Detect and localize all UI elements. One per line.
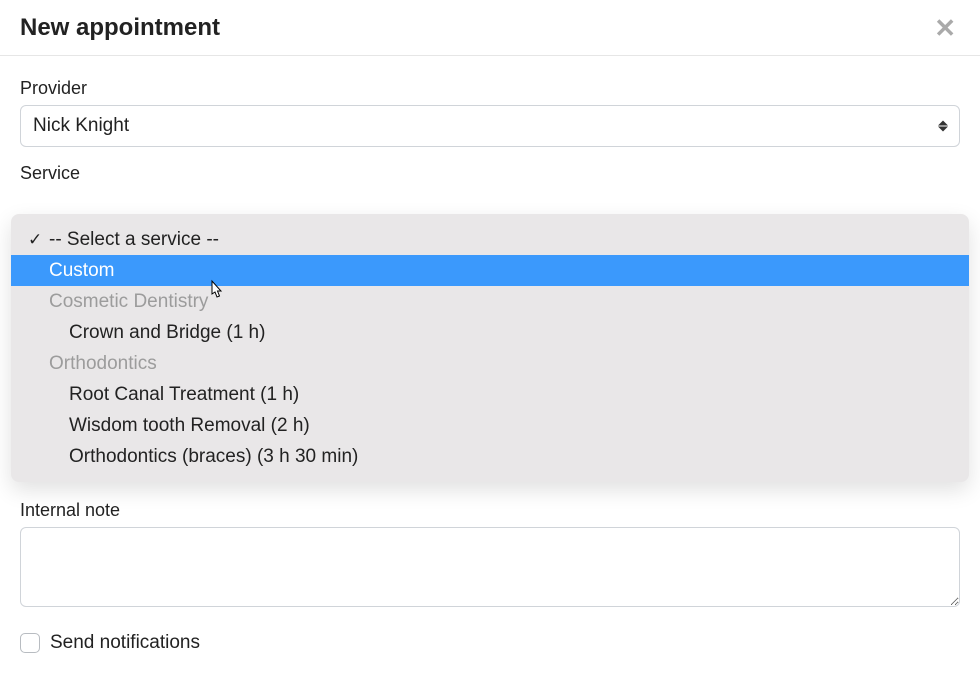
service-group-orthodontics: Orthodontics: [11, 348, 969, 379]
provider-select[interactable]: Nick Knight: [20, 105, 960, 147]
service-dropdown[interactable]: ✓ -- Select a service -- Custom Cosmetic…: [11, 214, 969, 482]
service-option-wisdom-tooth-label: Wisdom tooth Removal (2 h): [69, 415, 310, 436]
service-option-braces-label: Orthodontics (braces) (3 h 30 min): [69, 446, 358, 467]
provider-select-value[interactable]: Nick Knight: [20, 105, 960, 147]
dialog-title: New appointment: [20, 14, 220, 42]
dialog-header: New appointment ✕: [0, 0, 980, 56]
service-option-custom-label: Custom: [49, 260, 114, 281]
service-group-orthodontics-label: Orthodontics: [49, 353, 157, 374]
close-icon[interactable]: ✕: [930, 15, 960, 41]
service-option-braces[interactable]: Orthodontics (braces) (3 h 30 min): [11, 441, 969, 472]
checkmark-icon: ✓: [28, 224, 42, 255]
service-option-root-canal-label: Root Canal Treatment (1 h): [69, 384, 299, 405]
service-option-wisdom-tooth[interactable]: Wisdom tooth Removal (2 h): [11, 410, 969, 441]
service-option-crown-bridge-label: Crown and Bridge (1 h): [69, 322, 265, 343]
provider-label: Provider: [20, 78, 960, 99]
send-notifications-label: Send notifications: [50, 632, 200, 654]
send-notifications-row[interactable]: Send notifications: [20, 632, 960, 654]
provider-selected-text: Nick Knight: [33, 115, 129, 137]
service-option-custom[interactable]: Custom: [11, 255, 969, 286]
service-option-placeholder-label: -- Select a service --: [49, 229, 219, 250]
send-notifications-checkbox[interactable]: [20, 633, 40, 653]
service-option-root-canal[interactable]: Root Canal Treatment (1 h): [11, 379, 969, 410]
internal-note-textarea[interactable]: [20, 527, 960, 607]
service-group-cosmetic-label: Cosmetic Dentistry: [49, 291, 208, 312]
appointment-form: Provider Nick Knight Service ✓ -- Select…: [0, 56, 980, 664]
internal-note-label: Internal note: [20, 500, 960, 521]
service-label: Service: [20, 163, 960, 184]
service-option-crown-bridge[interactable]: Crown and Bridge (1 h): [11, 317, 969, 348]
service-option-placeholder[interactable]: ✓ -- Select a service --: [11, 224, 969, 255]
service-group-cosmetic: Cosmetic Dentistry: [11, 286, 969, 317]
